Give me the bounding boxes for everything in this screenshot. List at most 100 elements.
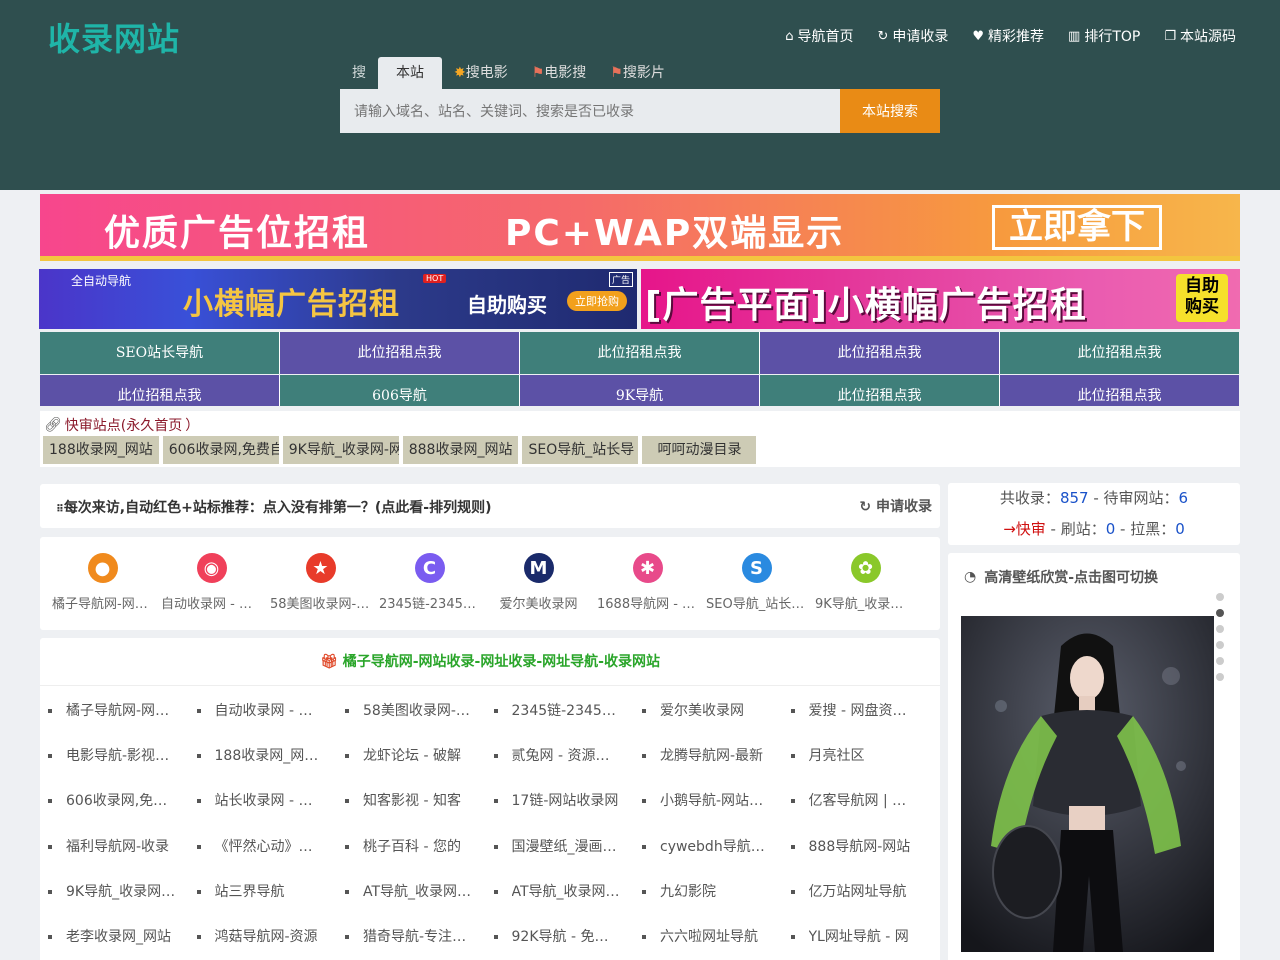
list-item[interactable]: 九幻影院	[634, 869, 783, 914]
ad-banner-small-left[interactable]: 全自动导航 小横幅广告招租 HOT 自助购买 立即抢购 广告	[39, 269, 637, 329]
list-item[interactable]: 橘子导航网-网站收录	[40, 688, 189, 733]
grid-link[interactable]: 此位招租点我	[1000, 375, 1239, 406]
featured-site[interactable]: ● 橘子导航网-网站收录	[48, 553, 157, 612]
featured-site[interactable]: M 爱尔美收录网	[484, 553, 593, 612]
featured-site-label: SEO导航_站长导航	[706, 597, 811, 612]
quick-link[interactable]: 呵呵动漫目录	[642, 436, 757, 464]
list-item[interactable]: 2345链-2345_网址	[486, 688, 635, 733]
grid-link[interactable]: SEO站长导航	[40, 332, 279, 374]
list-item[interactable]: 188收录网_网站收	[189, 733, 338, 778]
list-item[interactable]: 自动收录网 - 网站	[189, 688, 338, 733]
grid-link[interactable]: 此位招租点我	[520, 332, 759, 374]
list-item[interactable]: 9K导航_收录网-网	[40, 869, 189, 914]
ad-banner-large[interactable]: 优质广告位招租 PC+WAP双端显示 立即拿下	[40, 194, 1240, 261]
pager-dot[interactable]	[1216, 657, 1224, 665]
list-item[interactable]: 国漫壁纸_漫画壁纸	[486, 824, 635, 869]
list-item[interactable]: 17链-网站收录网	[486, 779, 635, 824]
grid-link[interactable]: 9K导航	[520, 375, 759, 406]
tab-search-film[interactable]: ⚑搜影片	[598, 57, 677, 89]
list-item-label: 9K导航_收录网-网	[66, 883, 176, 900]
search-input[interactable]	[340, 89, 840, 133]
quick-link[interactable]: 9K导航_收录网-网	[282, 436, 399, 464]
list-item[interactable]: 小鹅导航-网站收录	[634, 779, 783, 824]
banner-title: 小横幅广告招租	[183, 287, 400, 322]
featured-site[interactable]: ✿ 9K导航_收录网-网	[811, 553, 920, 612]
list-item[interactable]: 58美图收录网-网站	[337, 688, 486, 733]
nav-top[interactable]: ▥ 排行TOP	[1068, 26, 1140, 46]
list-item[interactable]: 92K导航 - 免费收	[486, 914, 635, 959]
tab-search-movie[interactable]: ✸搜电影	[442, 57, 520, 89]
apply-button[interactable]: ↻ 申请收录	[859, 496, 932, 516]
nav-apply[interactable]: ↻ 申请收录	[877, 26, 948, 46]
list-item[interactable]: AT导航_收录网-网	[486, 869, 635, 914]
pager-dot[interactable]	[1216, 609, 1224, 617]
fast-review-link[interactable]: →快审	[1003, 520, 1046, 538]
list-item-label: YL网址导航 - 网	[808, 929, 909, 946]
list-item[interactable]: 888导航网-网站	[783, 824, 932, 869]
list-item[interactable]: 爱尔美收录网	[634, 688, 783, 733]
featured-site[interactable]: ◉ 自动收录网 - 网站	[157, 553, 266, 612]
list-item[interactable]: 606收录网,免费自	[40, 779, 189, 824]
list-item[interactable]: 龙腾导航网-最新	[634, 733, 783, 778]
list-item[interactable]: 月亮社区	[783, 733, 932, 778]
wallpaper-image[interactable]	[961, 616, 1214, 952]
bullet-icon	[48, 935, 52, 940]
banner-tag: 全自动导航	[71, 274, 132, 288]
list-item[interactable]: 爱搜 - 网盘资源搜	[783, 688, 932, 733]
grid-link[interactable]: 此位招租点我	[1000, 332, 1239, 374]
quick-link[interactable]: SEO导航_站长导	[522, 436, 639, 464]
list-item[interactable]: 亿客导航网 | 网站	[783, 779, 932, 824]
pager-dot[interactable]	[1216, 593, 1224, 601]
pager-dot[interactable]	[1216, 641, 1224, 649]
list-item-label: cywebdh导航网站	[660, 838, 770, 855]
list-item[interactable]: 贰兔网 - 资源分享	[486, 733, 635, 778]
list-item[interactable]: 站长收录网 - 网站	[189, 779, 338, 824]
list-item[interactable]: 《怦然心动》在线	[189, 824, 338, 869]
list-item[interactable]: 龙虾论坛 - 破解	[337, 733, 486, 778]
search-button[interactable]: 本站搜索	[840, 89, 940, 133]
nav-recommend[interactable]: ♥ 精彩推荐	[972, 26, 1044, 46]
grid-link[interactable]: 此位招租点我	[40, 375, 279, 406]
list-item[interactable]: 六六啦网址导航	[634, 914, 783, 959]
quick-review-paren: ）	[185, 418, 200, 434]
nav-apply-label: 申请收录	[892, 29, 949, 45]
quick-link[interactable]: 888收录网_网站	[402, 436, 519, 464]
nav-source[interactable]: ❐ 本站源码	[1164, 26, 1236, 46]
quick-review-box: 🔗︎ 快审站点(永久首页） 188收录网_网站 606收录网,免费自 9K导航_…	[40, 411, 1240, 467]
featured-site[interactable]: C 2345链-2345_网址	[375, 553, 484, 612]
list-item[interactable]: 亿万站网址导航	[783, 869, 932, 914]
grid-link[interactable]: 606导航	[280, 375, 519, 406]
list-item[interactable]: 鸿菇导航网-资源	[189, 914, 338, 959]
nav-home[interactable]: ⌂ 导航首页	[785, 26, 853, 46]
featured-site[interactable]: S SEO导航_站长导航	[702, 553, 811, 612]
list-item[interactable]: 电影导航-影视导航	[40, 733, 189, 778]
list-item[interactable]: AT导航_收录网-网	[337, 869, 486, 914]
list-item[interactable]: 桃子百科 - 您的	[337, 824, 486, 869]
list-item[interactable]: 福利导航网-收录	[40, 824, 189, 869]
grid-link[interactable]: 此位招租点我	[280, 332, 519, 374]
list-item[interactable]: 站三界导航	[189, 869, 338, 914]
list-item[interactable]: 知客影视 - 知客	[337, 779, 486, 824]
list-item[interactable]: YL网址导航 - 网	[783, 914, 932, 959]
grid-link[interactable]: 此位招租点我	[760, 375, 999, 406]
badge-line-1: 自助	[1185, 276, 1219, 296]
list-item[interactable]: 猎奇导航-专注分享	[337, 914, 486, 959]
featured-site[interactable]: ★ 58美图收录网-网站	[266, 553, 375, 612]
tab-movie-search[interactable]: ⚑电影搜	[520, 57, 599, 89]
pager-dot[interactable]	[1216, 673, 1224, 681]
notice-text[interactable]: ⠿每次来访,自动红色+站标推荐：点入没有排第一？(点此看-排列规则)	[56, 497, 491, 517]
list-item[interactable]: 老李收录网_网站	[40, 914, 189, 959]
site-logo-icon: C	[414, 553, 445, 583]
ad-banner-small-right[interactable]: [广告平面]小横幅广告招租 自助 购买	[641, 269, 1240, 329]
featured-site[interactable]: ✱ 1688导航网 - 网站	[593, 553, 702, 612]
bullet-icon	[642, 889, 646, 894]
tab-site[interactable]: 本站	[378, 57, 442, 89]
quick-link[interactable]: 606收录网,免费自	[162, 436, 279, 464]
site-logo[interactable]: 收录网站	[48, 14, 180, 60]
bullet-icon	[48, 844, 52, 849]
pager-dot[interactable]	[1216, 625, 1224, 633]
list-item[interactable]: cywebdh导航网站	[634, 824, 783, 869]
grid-link[interactable]: 此位招租点我	[760, 332, 999, 374]
bullet-icon	[48, 753, 52, 758]
quick-link[interactable]: 188收录网_网站	[43, 436, 159, 464]
